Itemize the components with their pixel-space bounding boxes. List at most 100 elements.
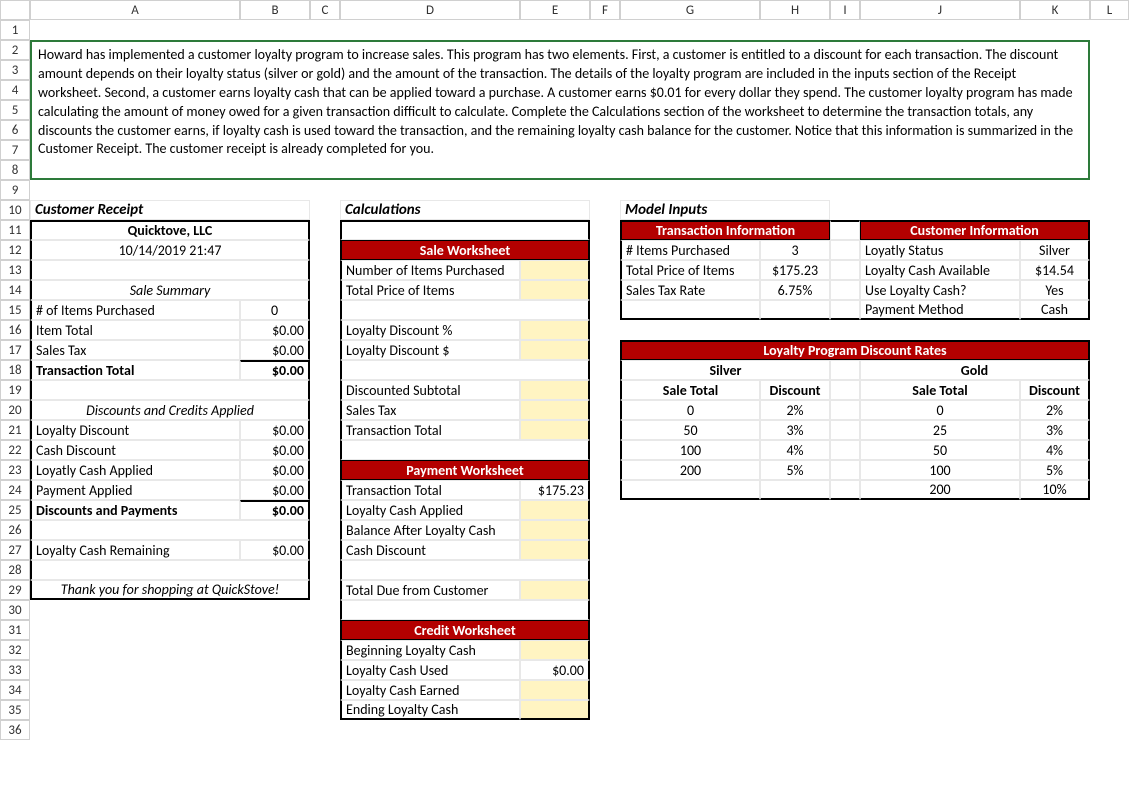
row-header-32[interactable]: 32 [0, 640, 30, 660]
silver-t3[interactable]: 200 [620, 460, 760, 480]
col-header-D[interactable]: D [340, 0, 520, 20]
gold-d4[interactable]: 10% [1020, 480, 1090, 500]
row-header-19[interactable]: 19 [0, 380, 30, 400]
col-header-G[interactable]: G [620, 0, 760, 20]
row-header-30[interactable]: 30 [0, 600, 30, 620]
pay-trans-total-val[interactable]: $175.23 [520, 480, 590, 500]
row-header-21[interactable]: 21 [0, 420, 30, 440]
row-header-28[interactable]: 28 [0, 560, 30, 580]
avail-val[interactable]: $14.54 [1020, 260, 1090, 280]
method-val[interactable]: Cash [1020, 300, 1090, 320]
disc-sub-input[interactable] [520, 380, 590, 400]
row-header-6[interactable]: 6 [0, 120, 30, 140]
row-header-26[interactable]: 26 [0, 520, 30, 540]
item-total-val[interactable]: $0.00 [240, 320, 310, 340]
row-header-27[interactable]: 27 [0, 540, 30, 560]
calc-sales-tax-input[interactable] [520, 400, 590, 420]
silver-d1[interactable]: 3% [760, 420, 830, 440]
row-header-29[interactable]: 29 [0, 580, 30, 600]
row-header-9[interactable]: 9 [0, 180, 30, 200]
gold-t2[interactable]: 50 [860, 440, 1020, 460]
row-header-14[interactable]: 14 [0, 280, 30, 300]
silver-t2[interactable]: 100 [620, 440, 760, 460]
row-header-11[interactable]: 11 [0, 220, 30, 240]
row-header-4[interactable]: 4 [0, 80, 30, 100]
ldp-input[interactable] [520, 320, 590, 340]
silver-t0[interactable]: 0 [620, 400, 760, 420]
num-items-input[interactable] [520, 260, 590, 280]
remaining-val[interactable]: $0.00 [240, 540, 310, 560]
credit-ending-input[interactable] [520, 700, 590, 720]
gold-d1[interactable]: 3% [1020, 420, 1090, 440]
row-header-23[interactable]: 23 [0, 460, 30, 480]
status-val[interactable]: Silver [1020, 240, 1090, 260]
gold-t1[interactable]: 25 [860, 420, 1020, 440]
sales-tax-val[interactable]: $0.00 [240, 340, 310, 360]
row-header-2[interactable]: 2 [0, 40, 30, 60]
credit-begin-input[interactable] [520, 640, 590, 660]
row-header-33[interactable]: 33 [0, 660, 30, 680]
total-price-input[interactable] [520, 280, 590, 300]
col-header-I[interactable]: I [830, 0, 860, 20]
row-header-12[interactable]: 12 [0, 240, 30, 260]
row-header-24[interactable]: 24 [0, 480, 30, 500]
dp-total-val[interactable]: $0.00 [240, 500, 310, 520]
items-val[interactable]: 0 [240, 300, 310, 320]
col-header-K[interactable]: K [1020, 0, 1090, 20]
row-header-8[interactable]: 8 [0, 160, 30, 180]
gold-d2[interactable]: 4% [1020, 440, 1090, 460]
row-header-1[interactable]: 1 [0, 20, 30, 40]
col-header-F[interactable]: F [590, 0, 620, 20]
row-header-7[interactable]: 7 [0, 140, 30, 160]
row-header-25[interactable]: 25 [0, 500, 30, 520]
row-header-5[interactable]: 5 [0, 100, 30, 120]
silver-d3[interactable]: 5% [760, 460, 830, 480]
col-header-H[interactable]: H [760, 0, 830, 20]
use-cash-val[interactable]: Yes [1020, 280, 1090, 300]
row-header-20[interactable]: 20 [0, 400, 30, 420]
col-header-B[interactable]: B [240, 0, 310, 20]
row-header-15[interactable]: 15 [0, 300, 30, 320]
spreadsheet-grid[interactable]: A B C D E F G H I J K L Howard has imple… [0, 0, 1129, 740]
loyalty-disc-val[interactable]: $0.00 [240, 420, 310, 440]
row-header-13[interactable]: 13 [0, 260, 30, 280]
row-header-3[interactable]: 3 [0, 60, 30, 80]
total-price-items-val[interactable]: $175.23 [760, 260, 830, 280]
trans-total-val[interactable]: $0.00 [240, 360, 310, 380]
credit-used-val[interactable]: $0.00 [520, 660, 590, 680]
gold-t4[interactable]: 200 [860, 480, 1020, 500]
col-header-J[interactable]: J [860, 0, 1020, 20]
silver-d2[interactable]: 4% [760, 440, 830, 460]
row-header-22[interactable]: 22 [0, 440, 30, 460]
row-header-31[interactable]: 31 [0, 620, 30, 640]
pay-cash-disc-input[interactable] [520, 540, 590, 560]
calc-trans-total-input[interactable] [520, 420, 590, 440]
row-header-36[interactable]: 36 [0, 720, 30, 740]
items-purch-val[interactable]: 3 [760, 240, 830, 260]
col-header-C[interactable]: C [310, 0, 340, 20]
pay-balance-input[interactable] [520, 520, 590, 540]
row-header-18[interactable]: 18 [0, 360, 30, 380]
col-header-E[interactable]: E [520, 0, 590, 20]
tax-rate-val[interactable]: 6.75% [760, 280, 830, 300]
gold-d0[interactable]: 2% [1020, 400, 1090, 420]
gold-d3[interactable]: 5% [1020, 460, 1090, 480]
cash-disc-val[interactable]: $0.00 [240, 440, 310, 460]
col-header-L[interactable]: L [1090, 0, 1129, 20]
gold-t0[interactable]: 0 [860, 400, 1020, 420]
loyalty-cash-val[interactable]: $0.00 [240, 460, 310, 480]
pay-lca-input[interactable] [520, 500, 590, 520]
row-header-10[interactable]: 10 [0, 200, 30, 220]
col-header-A[interactable]: A [30, 0, 240, 20]
pay-total-due-input[interactable] [520, 580, 590, 600]
row-header-34[interactable]: 34 [0, 680, 30, 700]
row-header-35[interactable]: 35 [0, 700, 30, 720]
silver-d0[interactable]: 2% [760, 400, 830, 420]
gold-t3[interactable]: 100 [860, 460, 1020, 480]
row-header-17[interactable]: 17 [0, 340, 30, 360]
payment-val[interactable]: $0.00 [240, 480, 310, 500]
ldd-input[interactable] [520, 340, 590, 360]
silver-t1[interactable]: 50 [620, 420, 760, 440]
credit-earned-input[interactable] [520, 680, 590, 700]
row-header-16[interactable]: 16 [0, 320, 30, 340]
